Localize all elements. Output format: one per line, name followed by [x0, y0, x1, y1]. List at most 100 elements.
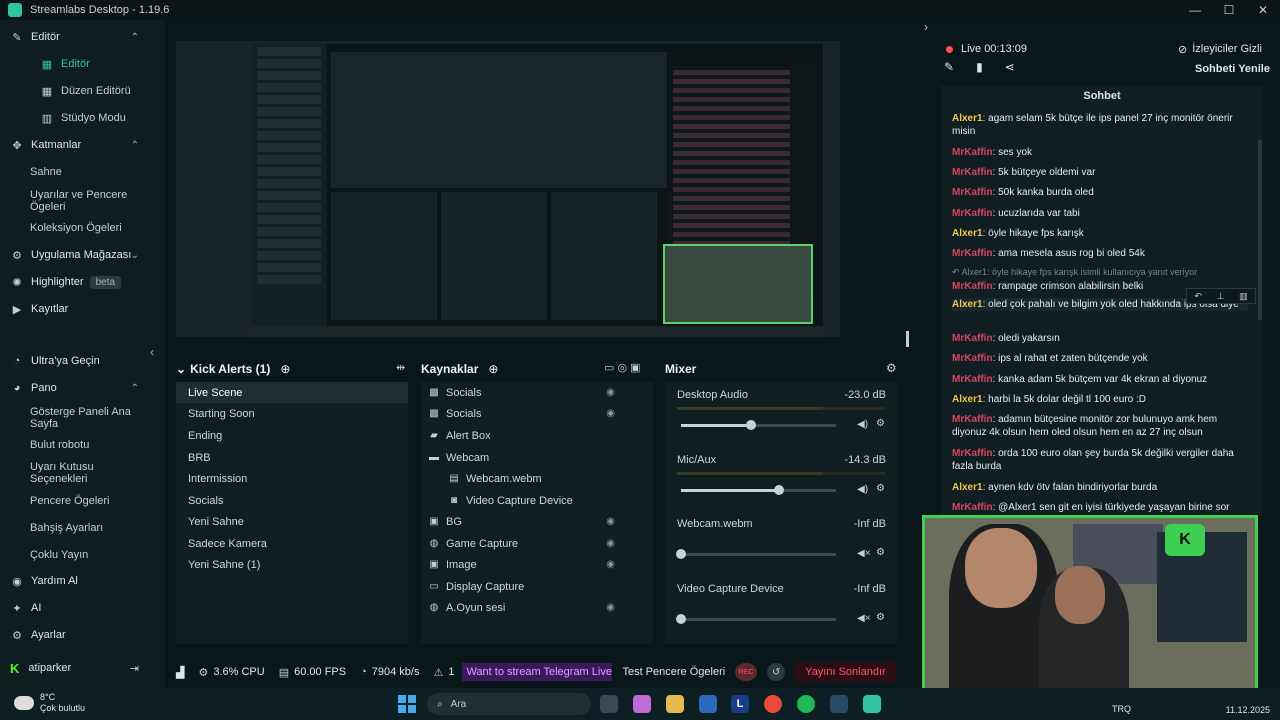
- volume-slider-knob[interactable]: [745, 420, 756, 430]
- transition-icon[interactable]: ⇹: [396, 361, 405, 374]
- volume-slider[interactable]: [681, 420, 836, 430]
- chat-message[interactable]: Alxer1: harbi la 5k dolar değil tl 100 e…: [952, 393, 1248, 406]
- streamlabs-taskbar-icon[interactable]: [863, 695, 881, 713]
- copilot-icon[interactable]: [633, 695, 651, 713]
- sidebar-item-ultra[interactable]: ◔ Ultra'ya Geçin: [0, 349, 165, 373]
- sidebar-item-settings[interactable]: ⚙ Ayarlar: [0, 623, 165, 647]
- chat-username[interactable]: MrKaffin: [952, 281, 993, 292]
- chevron-up-icon[interactable]: ⌃: [131, 140, 139, 151]
- chrome-icon[interactable]: [764, 695, 782, 713]
- chat-scrollbar[interactable]: [1258, 140, 1262, 320]
- chat-message[interactable]: MrKaffin: oledi yakarsın: [952, 332, 1248, 345]
- replay-buffer-icon[interactable]: ↺: [767, 663, 786, 681]
- minimize-icon[interactable]: —: [1178, 0, 1212, 20]
- chat-message[interactable]: Alxer1: aynen kdv ötv falan bindiriyorla…: [952, 481, 1248, 494]
- channel-settings-icon[interactable]: ⚙: [876, 483, 885, 494]
- source-item[interactable]: ◍ A.Oyun sesi ◉: [421, 597, 653, 618]
- volume-slider[interactable]: [676, 614, 836, 624]
- chat-username[interactable]: Alxer1: [952, 394, 983, 405]
- sidebar-item-alertbox-settings[interactable]: Uyarı Kutusu Seçenekleri: [0, 458, 165, 488]
- source-item[interactable]: ▬ Webcam: [421, 447, 653, 468]
- chat-message[interactable]: MrKaffin: ucuzlarıda var tabi: [952, 207, 1248, 220]
- record-button[interactable]: REC: [735, 663, 758, 681]
- sidebar-item-highlighter[interactable]: ✺ Highlighter beta: [0, 270, 165, 294]
- chat-username[interactable]: Alxer1: [952, 113, 983, 124]
- scene-item[interactable]: Starting Soon: [176, 403, 408, 424]
- source-item[interactable]: ▣ BG ◉: [421, 511, 653, 532]
- stats-icon[interactable]: ▟: [176, 666, 184, 679]
- chat-username[interactable]: MrKaffin: [952, 374, 993, 385]
- pin-icon[interactable]: ⊥: [1217, 291, 1225, 302]
- chat-username[interactable]: MrKaffin: [952, 414, 993, 425]
- chat-username[interactable]: MrKaffin: [952, 248, 993, 259]
- scene-item[interactable]: Socials: [176, 490, 408, 511]
- scene-item[interactable]: Live Scene: [176, 382, 408, 403]
- sidebar-item-alerts-widgets[interactable]: Uyarılar ve Pencere Ögeleri: [0, 186, 165, 216]
- camera-icon[interactable]: ▮: [976, 60, 983, 74]
- mixer-settings-icon[interactable]: ⚙: [886, 361, 897, 375]
- scene-item[interactable]: Sadece Kamera: [176, 533, 408, 554]
- volume-slider-knob[interactable]: [676, 614, 686, 624]
- chat-message[interactable]: MrKaffin: orda 100 euro olan şey burda 5…: [952, 447, 1248, 473]
- chat-username[interactable]: MrKaffin: [952, 187, 993, 198]
- scene-item[interactable]: BRB: [176, 447, 408, 468]
- sidebar-item-app-store[interactable]: ⚙ Uygulama Mağazası ⌄: [0, 243, 165, 267]
- source-toolbar-icons[interactable]: ▭ ◎ ▣: [604, 361, 641, 374]
- chat-message[interactable]: MrKaffin: ama mesela asus rog bi oled 54…: [952, 247, 1248, 260]
- file-explorer-icon[interactable]: [666, 695, 684, 713]
- chat-username[interactable]: Alxer1: [952, 299, 983, 310]
- sidebar-item-scene[interactable]: Sahne: [0, 160, 165, 184]
- source-item[interactable]: ▭ Display Capture: [421, 576, 653, 597]
- chevron-down-icon[interactable]: ⌄: [176, 362, 186, 376]
- source-item[interactable]: ▤ Webcam.webm: [421, 468, 653, 489]
- spotify-icon[interactable]: [797, 695, 815, 713]
- chat-username[interactable]: MrKaffin: [952, 167, 993, 178]
- speaker-muted-icon[interactable]: ◀×: [857, 613, 871, 624]
- sidebar-item-studio-mode[interactable]: ▥ Stüdyo Modu: [0, 106, 165, 130]
- store-icon[interactable]: [699, 695, 717, 713]
- speaker-icon[interactable]: ◀): [857, 484, 868, 495]
- logout-icon[interactable]: ⇥: [130, 662, 139, 675]
- chat-message[interactable]: MrKaffin: 50k kanka burda oled: [952, 186, 1248, 199]
- chat-username[interactable]: MrKaffin: [952, 208, 993, 219]
- chat-username[interactable]: MrKaffin: [952, 502, 993, 513]
- visibility-off-icon[interactable]: ◉: [606, 538, 615, 549]
- sidebar-item-ai[interactable]: ✦ AI: [0, 596, 165, 620]
- viewers-toggle[interactable]: ⊘ İzleyiciler Gizli: [1178, 43, 1262, 56]
- chat-message[interactable]: Alxer1: öyle hikaye fps karışk: [952, 227, 1248, 240]
- visibility-off-icon[interactable]: ◉: [606, 387, 615, 398]
- sidebar-item-widgets[interactable]: Pencere Ögeleri: [0, 489, 165, 513]
- chevron-up-icon[interactable]: ⌃: [131, 383, 139, 394]
- delete-icon[interactable]: ▥: [1239, 291, 1248, 302]
- volume-slider[interactable]: [681, 485, 836, 495]
- sidebar-item-editor-sub[interactable]: ▦ Editör: [0, 52, 165, 76]
- app-l-icon[interactable]: L: [731, 695, 749, 713]
- visibility-off-icon[interactable]: ◉: [606, 559, 615, 570]
- refresh-chat-button[interactable]: Sohbeti Yenile: [1195, 63, 1270, 75]
- scenes-title[interactable]: Kick Alerts (1): [190, 362, 270, 376]
- channel-settings-icon[interactable]: ⚙: [876, 612, 885, 623]
- visibility-off-icon[interactable]: ◉: [606, 408, 615, 419]
- clock[interactable]: 11.12.2025: [1226, 692, 1270, 716]
- scene-item[interactable]: Yeni Sahne: [176, 511, 408, 532]
- chat-message[interactable]: MrKaffin: kanka adam 5k bütçem var 4k ek…: [952, 373, 1248, 386]
- sidebar-item-layers[interactable]: ✥ Katmanlar ⌃: [0, 133, 165, 157]
- volume-slider-knob[interactable]: [676, 549, 686, 559]
- stream-preview[interactable]: [176, 41, 840, 337]
- chat-username[interactable]: Alxer1: [952, 482, 983, 493]
- sidebar-item-editor[interactable]: ✎ Editör ⌃: [0, 25, 165, 49]
- chat-username[interactable]: MrKaffin: [952, 333, 993, 344]
- chevron-up-icon[interactable]: ⌃: [131, 32, 139, 43]
- sidebar-item-layout-editor[interactable]: ▦ Düzen Editörü: [0, 79, 165, 103]
- chat-reply-context[interactable]: ↶ Alxer1: öyle hikaye fps karışk isimli …: [952, 266, 1248, 279]
- alerts-stat[interactable]: ⚠ 1: [433, 666, 454, 679]
- reply-icon[interactable]: ↶: [1194, 291, 1202, 302]
- volume-slider-knob[interactable]: [773, 485, 784, 495]
- start-button-icon[interactable]: [398, 695, 416, 713]
- language-indicator[interactable]: TRQ: [1112, 704, 1131, 714]
- add-source-icon[interactable]: ⊕: [488, 362, 498, 376]
- sidebar-item-recordings[interactable]: ▶ Kayıtlar: [0, 297, 165, 321]
- speaker-muted-icon[interactable]: ◀×: [857, 548, 871, 559]
- channel-settings-icon[interactable]: ⚙: [876, 418, 885, 429]
- channel-settings-icon[interactable]: ⚙: [876, 547, 885, 558]
